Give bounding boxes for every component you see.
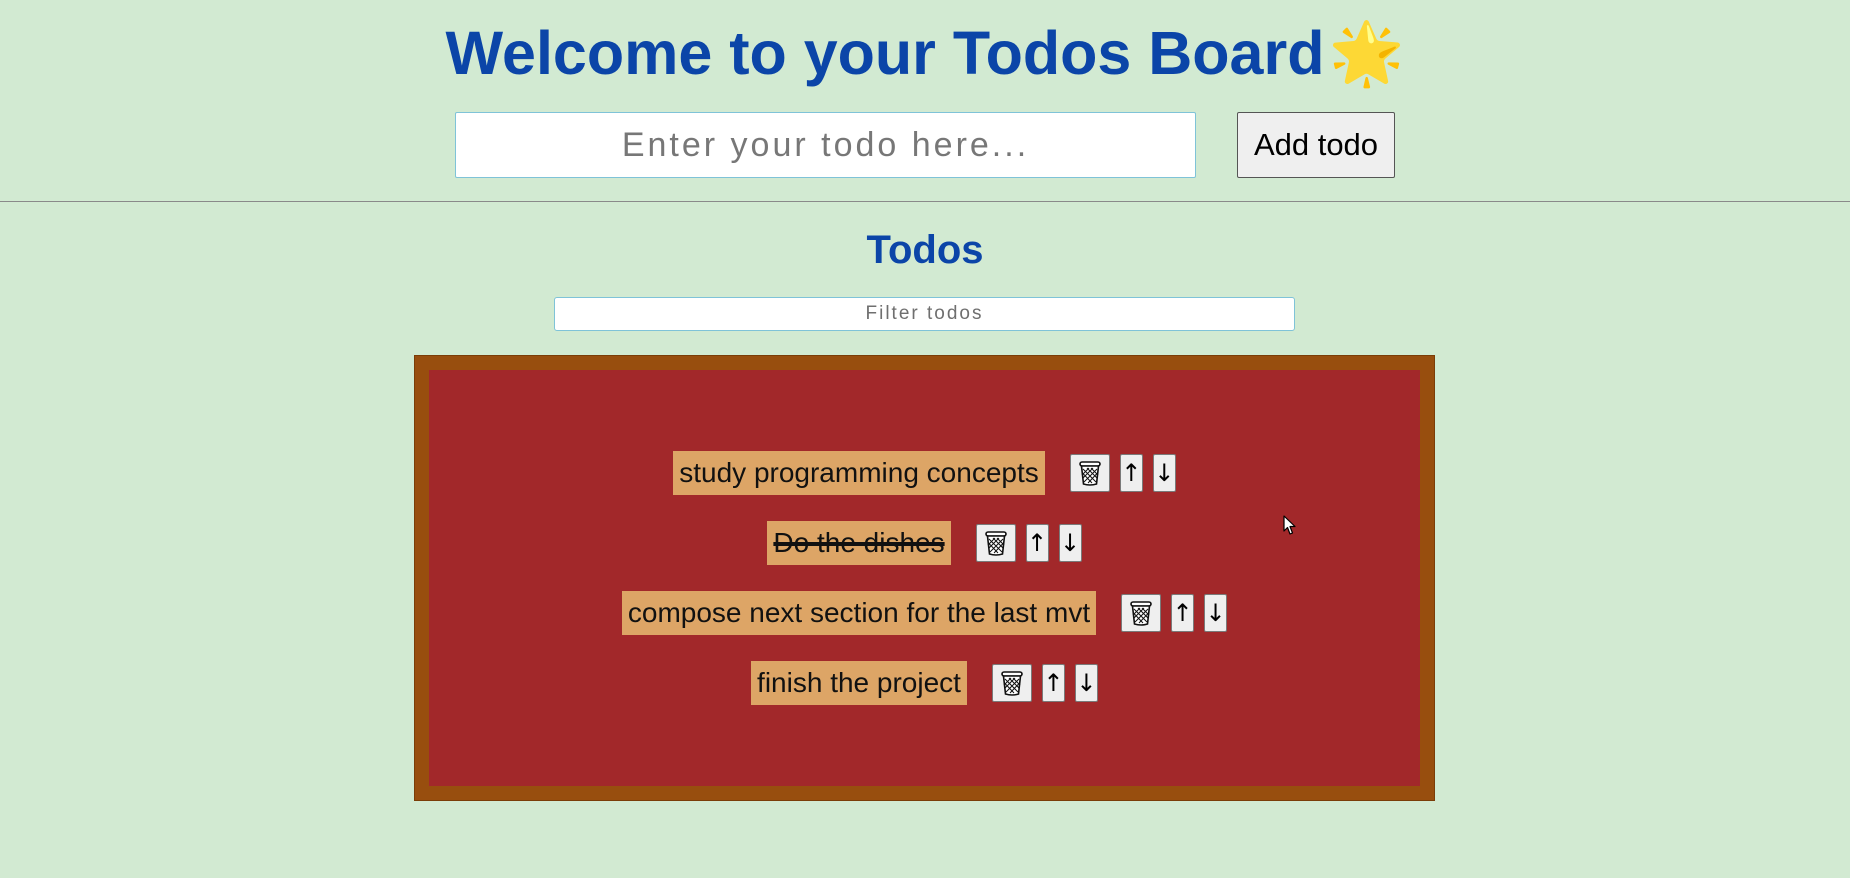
wastebasket-icon [984,531,1007,556]
page-title-text: Welcome to your Todos Board [445,19,1325,87]
delete-todo-button[interactable] [1121,594,1162,632]
delete-todo-button[interactable] [991,664,1032,702]
todo-board: study programming concepts ↑ ↓ Do the di… [429,370,1420,786]
mouse-pointer-icon [1283,515,1296,535]
move-down-button[interactable]: ↓ [1152,454,1176,492]
move-down-button[interactable]: ↓ [1204,594,1228,632]
todo-text[interactable]: Do the dishes [767,521,951,565]
todo-board-frame: study programming concepts ↑ ↓ Do the di… [414,355,1435,801]
wastebasket-icon [1001,671,1023,696]
add-todo-button[interactable]: Add todo [1237,112,1395,178]
move-down-button[interactable]: ↓ [1074,664,1098,702]
glowing-star-icon: 🌟 [1328,19,1405,87]
move-up-button[interactable]: ↑ [1041,664,1065,702]
todo-input[interactable] [455,112,1196,178]
todo-item: compose next section for the last mvt ↑ … [429,591,1420,635]
todo-item: study programming concepts ↑ ↓ [429,451,1420,495]
todo-item: Do the dishes ↑ ↓ [429,521,1420,565]
delete-todo-button[interactable] [975,524,1016,562]
todo-text[interactable]: study programming concepts [673,451,1045,495]
delete-todo-button[interactable] [1069,454,1110,492]
move-up-button[interactable]: ↑ [1025,524,1049,562]
todo-text[interactable]: finish the project [751,661,967,705]
move-down-button[interactable]: ↓ [1058,524,1082,562]
todos-heading: Todos [866,228,984,272]
todo-item: finish the project ↑ ↓ [429,661,1420,705]
move-up-button[interactable]: ↑ [1171,594,1195,632]
move-up-button[interactable]: ↑ [1119,454,1143,492]
header: Welcome to your Todos Board🌟 Add todo [0,0,1850,202]
wastebasket-icon [1130,601,1152,626]
todo-text[interactable]: compose next section for the last mvt [621,591,1097,635]
page-title: Welcome to your Todos Board🌟 [0,18,1850,88]
filter-input[interactable] [554,297,1295,331]
wastebasket-icon [1078,461,1101,486]
